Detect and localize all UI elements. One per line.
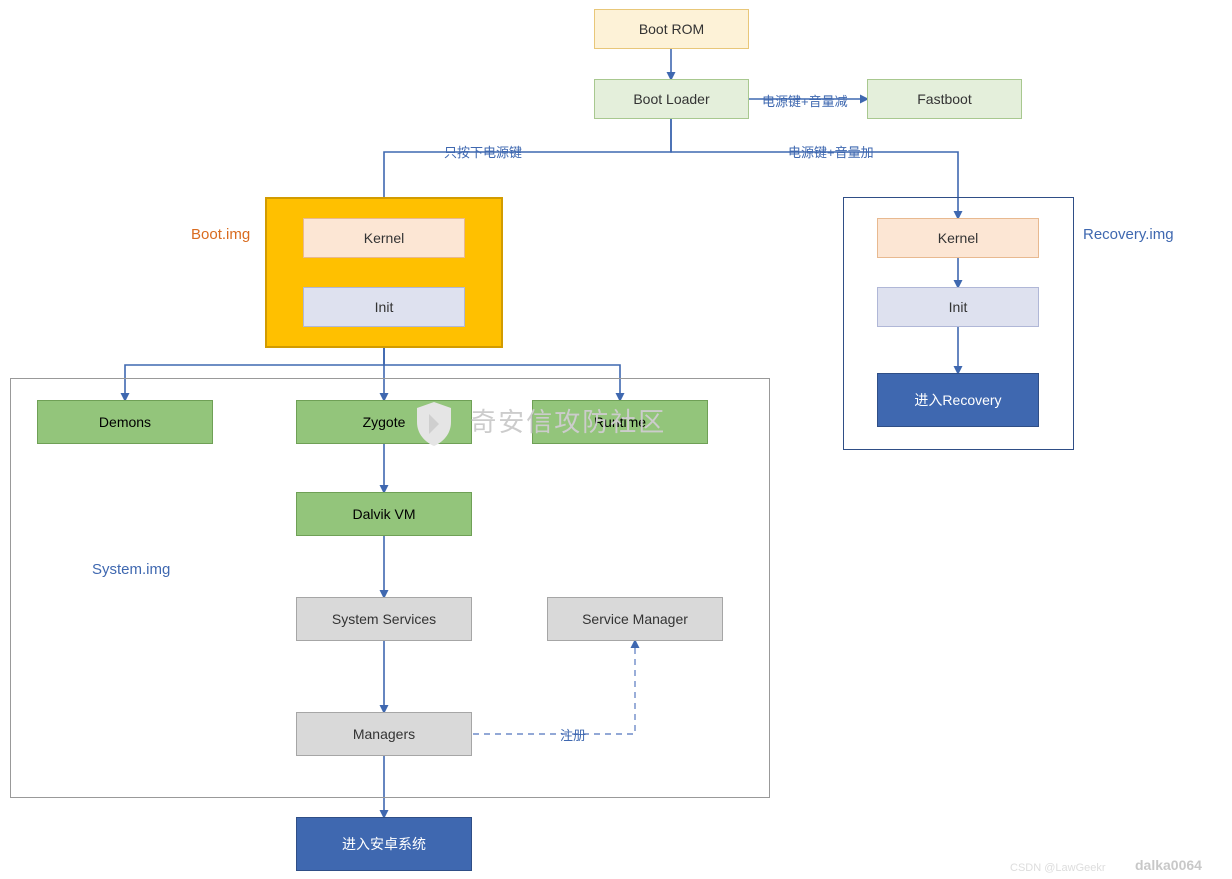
node-label: Kernel xyxy=(938,230,978,246)
label-recovery-img: Recovery.img xyxy=(1083,226,1174,243)
node-enter-recovery: 进入Recovery xyxy=(877,373,1039,427)
node-label: Kernel xyxy=(364,230,404,246)
attribution: CSDN @LawGeekr xyxy=(1010,862,1106,874)
node-label: Zygote xyxy=(363,414,406,430)
node-init-boot: Init xyxy=(303,287,465,327)
node-init-recovery: Init xyxy=(877,287,1039,327)
shield-icon xyxy=(413,400,455,448)
node-label: Managers xyxy=(353,726,415,742)
diagram-canvas: Boot ROM Boot Loader Fastboot 电源键+音量减 只按… xyxy=(0,0,1232,879)
node-label: 进入安卓系统 xyxy=(342,834,426,854)
watermark-text: 奇安信攻防社区 xyxy=(470,407,666,437)
node-label: Init xyxy=(949,299,968,315)
edge-label-vol-down: 电源键+音量减 xyxy=(762,91,848,110)
node-label: 进入Recovery xyxy=(914,390,1001,410)
node-kernel-boot: Kernel xyxy=(303,218,465,258)
node-label: Fastboot xyxy=(917,91,971,107)
node-boot-loader: Boot Loader xyxy=(594,79,749,119)
node-label: Boot ROM xyxy=(639,21,704,37)
node-service-manager: Service Manager xyxy=(547,597,723,641)
node-boot-rom: Boot ROM xyxy=(594,9,749,49)
edge-label-vol-up: 电源键+音量加 xyxy=(788,142,874,161)
node-managers: Managers xyxy=(296,712,472,756)
node-demons: Demons xyxy=(37,400,213,444)
node-label: Init xyxy=(375,299,394,315)
edge-label-power-only: 只按下电源键 xyxy=(444,142,522,161)
node-label: Boot Loader xyxy=(633,91,709,107)
node-system-services: System Services xyxy=(296,597,472,641)
label-system-img: System.img xyxy=(92,561,170,578)
node-label: Service Manager xyxy=(582,611,688,627)
node-dalvik: Dalvik VM xyxy=(296,492,472,536)
node-fastboot: Fastboot xyxy=(867,79,1022,119)
node-label: Dalvik VM xyxy=(352,506,415,522)
attribution-2: dalka0064 xyxy=(1135,857,1202,873)
node-kernel-recovery: Kernel xyxy=(877,218,1039,258)
node-label: System Services xyxy=(332,611,436,627)
node-label: Demons xyxy=(99,414,151,430)
node-enter-android: 进入安卓系统 xyxy=(296,817,472,871)
label-boot-img: Boot.img xyxy=(191,226,250,243)
watermark: 奇安信攻防社区 xyxy=(413,400,666,448)
